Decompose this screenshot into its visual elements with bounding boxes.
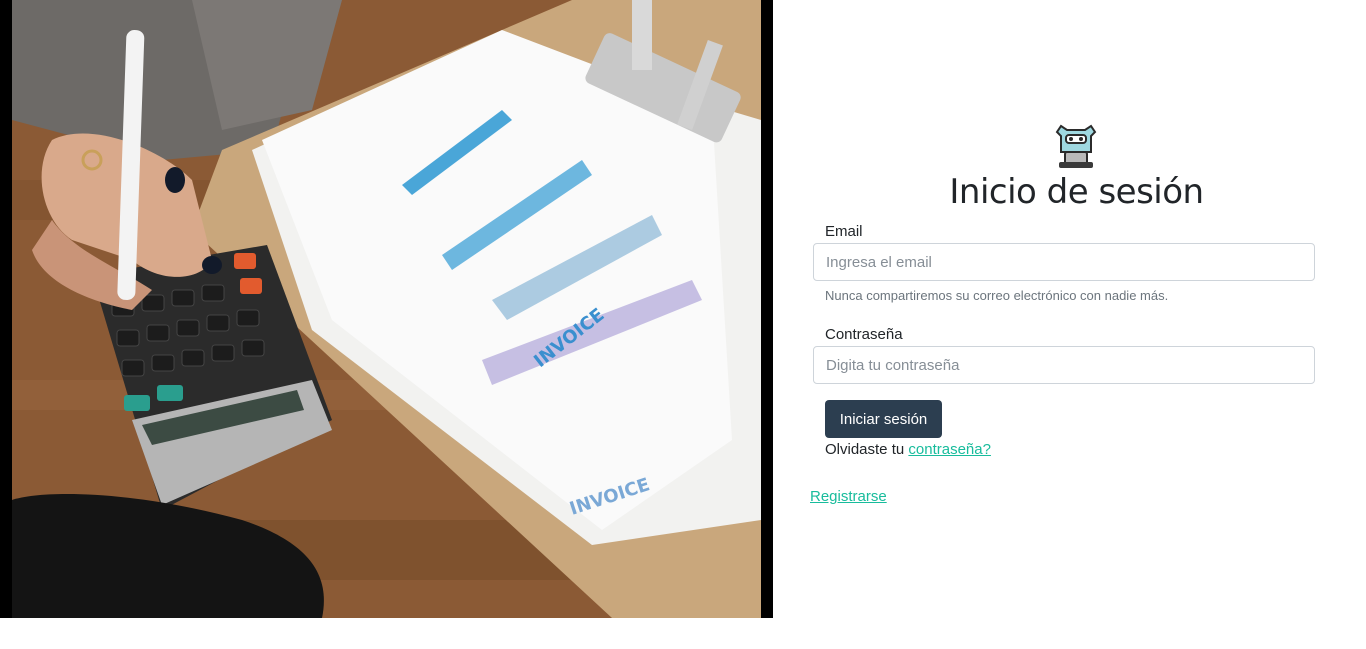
password-label: Contraseña [825, 326, 903, 343]
photo-frame: INVOICE INVOICE [0, 0, 773, 618]
password-field[interactable] [813, 346, 1315, 384]
email-help-text: Nunca compartiremos su correo electrónic… [825, 288, 1169, 303]
page-title: Inicio de sesión [949, 172, 1204, 212]
forgot-password-text: Olvidaste tu [825, 441, 905, 458]
forgot-password-row: Olvidaste tu contraseña? [825, 441, 991, 459]
register-link[interactable]: Registrarse [810, 488, 887, 506]
robot-logo-icon [1055, 122, 1097, 170]
forgot-password-link[interactable]: contraseña? [908, 441, 991, 458]
email-label: Email [825, 223, 863, 240]
email-field[interactable] [813, 243, 1315, 281]
login-button[interactable]: Iniciar sesión [825, 400, 942, 438]
invoice-calculator-photo: INVOICE INVOICE [12, 0, 761, 618]
